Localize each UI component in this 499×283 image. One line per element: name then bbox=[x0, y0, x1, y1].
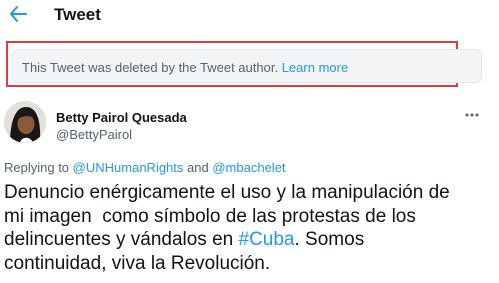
mention-unhumanrights[interactable]: @UNHumanRights bbox=[73, 160, 184, 175]
deleted-message: This Tweet was deleted by the Tweet auth… bbox=[22, 60, 279, 75]
arrow-left-icon[interactable] bbox=[8, 4, 28, 24]
more-horizontal-icon[interactable] bbox=[462, 108, 482, 122]
tweet-line-part: mi imagen como símbolo de las protestas … bbox=[4, 205, 416, 227]
replying-prefix: Replying to bbox=[4, 160, 70, 175]
tweet-line-part: delincuentes y vándalos en bbox=[4, 229, 234, 250]
hashtag-cuba[interactable]: #Cuba bbox=[239, 229, 295, 250]
replying-conjunction: and bbox=[187, 160, 209, 175]
deleted-notice-text: This Tweet was deleted by the Tweet auth… bbox=[22, 60, 348, 75]
replying-to-line: Replying to @UNHumanRights and @mbachele… bbox=[4, 160, 286, 175]
author-name[interactable]: Betty Pairol Quesada bbox=[56, 110, 187, 125]
header-bar: Tweet bbox=[0, 0, 499, 32]
page-title: Tweet bbox=[54, 5, 101, 24]
avatar[interactable] bbox=[4, 101, 46, 143]
tweet-line-part: . Somos bbox=[294, 229, 365, 250]
tweet-line: Denuncio enérgicamente el uso y la manip… bbox=[4, 182, 450, 203]
tweet-text: Denuncio enérgicamente el uso y la manip… bbox=[4, 181, 494, 275]
tweet-line: delincuentes y vándalos en #Cuba. Somos bbox=[4, 228, 494, 252]
tweet-line: mi imagen como símbolo de las protestas … bbox=[4, 205, 494, 229]
tweet-line: continuidad, viva la Revolución. bbox=[4, 252, 271, 274]
learn-more-link[interactable]: Learn more bbox=[282, 60, 348, 75]
author-handle[interactable]: @BettyPairol bbox=[56, 127, 132, 142]
mention-mbachelet[interactable]: @mbachelet bbox=[212, 160, 285, 175]
